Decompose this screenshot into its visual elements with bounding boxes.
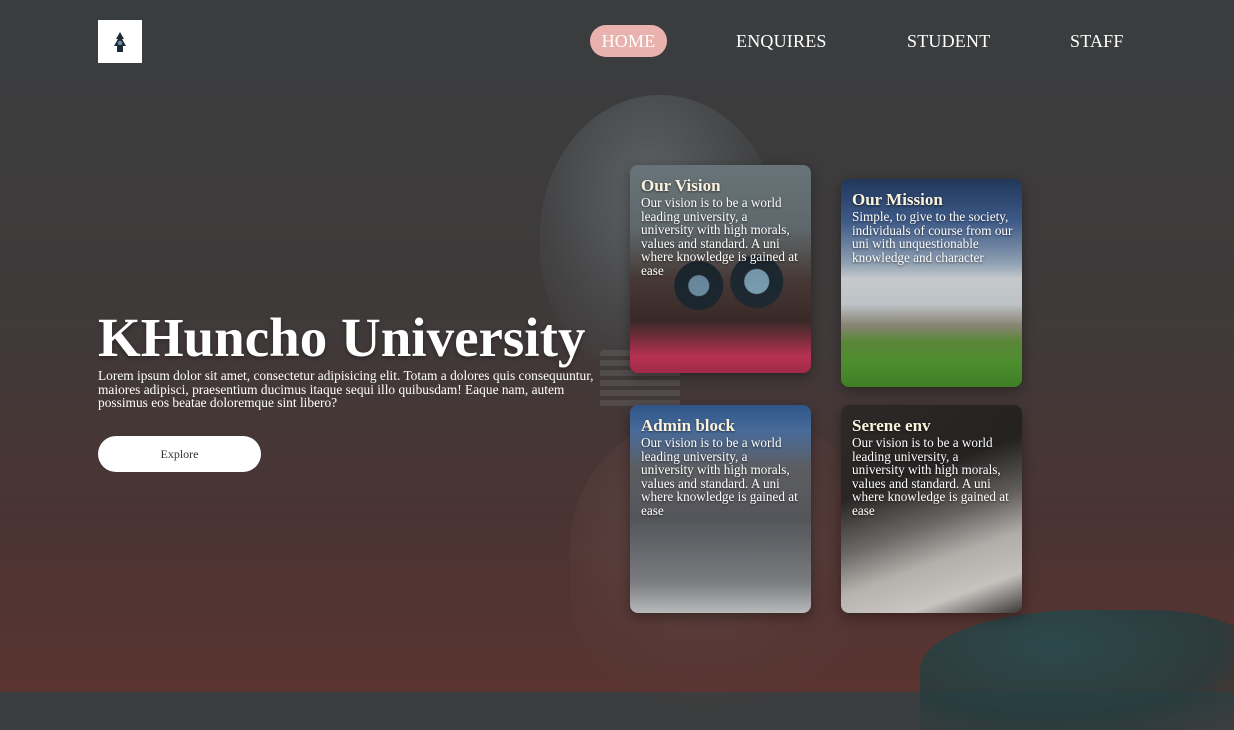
main-navigation: HOME ENQUIRES STUDENT STAFF bbox=[0, 25, 1234, 59]
card-text: Simple, to give to the society, individu… bbox=[852, 209, 1013, 265]
card-title: Serene env bbox=[852, 416, 931, 435]
card-admin-block[interactable]: Admin block Our vision is to be a world … bbox=[630, 405, 811, 613]
card-our-mission[interactable]: Our Mission Simple, to give to the socie… bbox=[841, 179, 1022, 387]
nav-student[interactable]: STUDENT bbox=[907, 25, 990, 57]
card-text: Our vision is to be a world leading univ… bbox=[852, 435, 1009, 518]
card-title: Our Vision bbox=[641, 176, 721, 195]
hero-title: KHuncho University bbox=[98, 307, 586, 368]
nav-enquires[interactable]: ENQUIRES bbox=[736, 25, 827, 57]
hero-description: Lorem ipsum dolor sit amet, consectetur … bbox=[98, 368, 594, 411]
nav-home[interactable]: HOME bbox=[590, 25, 667, 57]
card-our-vision[interactable]: Our Vision Our vision is to be a world l… bbox=[630, 165, 811, 373]
explore-button[interactable]: Explore bbox=[98, 436, 261, 472]
background-sleeve-image bbox=[920, 610, 1234, 730]
card-title: Admin block bbox=[641, 416, 735, 435]
nav-staff[interactable]: STAFF bbox=[1070, 25, 1124, 57]
card-title: Our Mission bbox=[852, 190, 943, 209]
card-text: Our vision is to be a world leading univ… bbox=[641, 435, 798, 518]
card-text: Our vision is to be a world leading univ… bbox=[641, 195, 798, 278]
card-serene-env[interactable]: Serene env Our vision is to be a world l… bbox=[841, 405, 1022, 613]
